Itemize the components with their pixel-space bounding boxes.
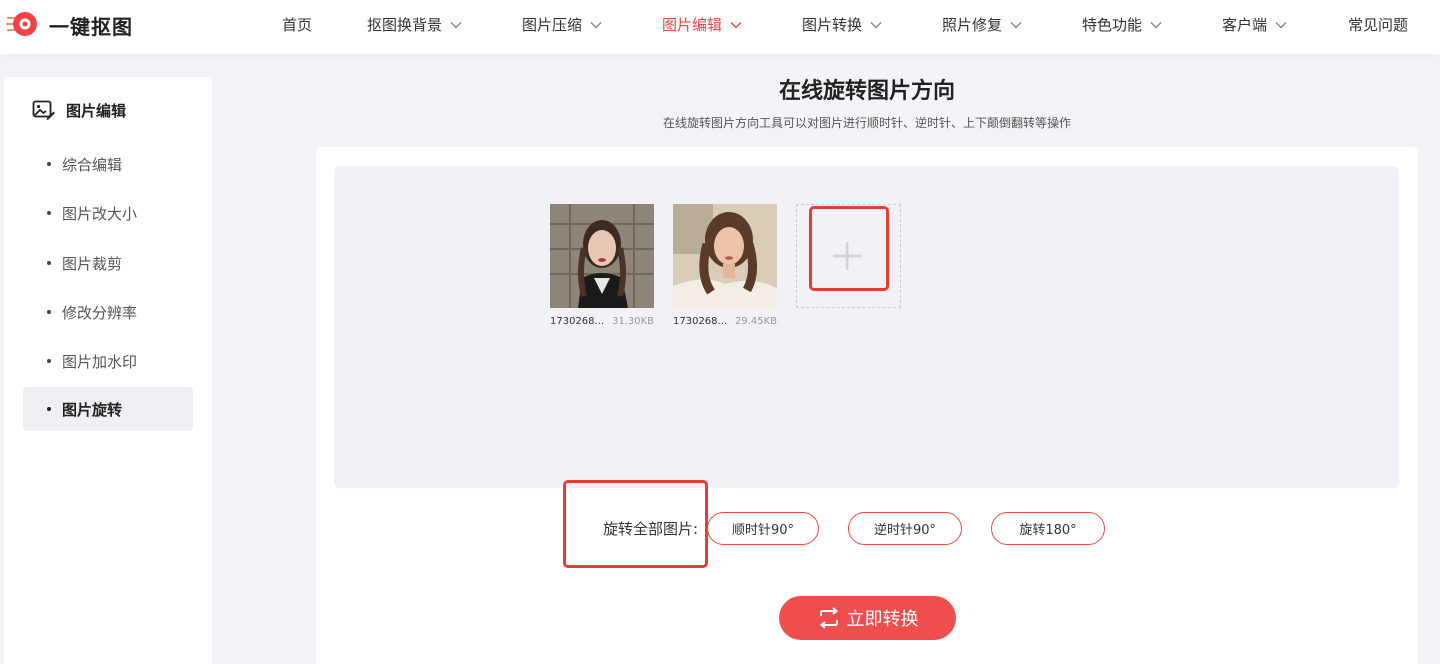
nav-label: 首页 (282, 16, 313, 34)
convert-now-button[interactable]: 立即转换 (779, 596, 956, 640)
page-title: 在线旋转图片方向 (778, 79, 955, 104)
sidebar-item-label: 图片裁剪 (62, 254, 123, 273)
sidebar-item-resize[interactable]: 图片改大小 (23, 191, 193, 235)
nav-label: 客户端 (1222, 16, 1268, 34)
sidebar-item-label: 综合编辑 (62, 155, 123, 174)
chevron-down-icon (1150, 22, 1162, 29)
chevron-down-icon (590, 22, 602, 29)
file-thumbnail[interactable]: 1730268... 31.30KB (550, 204, 654, 327)
bullet-dot (47, 261, 51, 265)
page-subtitle: 在线旋转图片方向工具可以对图片进行顺时针、逆时针、上下颠倒翻转等操作 (662, 116, 1071, 130)
sidebar-item-label: 图片旋转 (62, 400, 123, 419)
nav-label: 特色功能 (1082, 16, 1143, 34)
sidebar-item-watermark[interactable]: 图片加水印 (23, 339, 193, 383)
nav-faq[interactable]: 常见问题 (1348, 0, 1408, 50)
rotate-all-label: 旋转全部图片: (602, 520, 698, 538)
bullet-dot (47, 310, 51, 314)
top-header: 一键抠图 首页 抠图换背景 图片压缩 图片编辑 图片转换 照片修复 特色功能 客… (0, 0, 1440, 54)
sidebar-item-label: 图片改大小 (62, 204, 138, 223)
portrait-photo-icon (550, 204, 654, 308)
sidebar-item-label: 修改分辨率 (62, 303, 138, 322)
file-size: 31.30KB (611, 316, 654, 327)
chevron-down-icon (450, 22, 462, 29)
nav-label: 图片压缩 (522, 16, 583, 34)
nav-label: 图片编辑 (662, 16, 723, 34)
file-name: 1730268... (550, 316, 605, 327)
rotate-clockwise-90-button[interactable]: 顺时针90° (707, 512, 819, 545)
nav-label: 常见问题 (1348, 16, 1409, 34)
file-size: 29.45KB (734, 316, 777, 327)
portrait-photo-icon (673, 204, 777, 308)
file-thumbnail[interactable]: 1730268... 29.45KB (673, 204, 777, 327)
bullet-dot (47, 211, 51, 215)
sidebar-item-crop[interactable]: 图片裁剪 (23, 241, 193, 285)
sidebar-item-comprehensive-edit[interactable]: 综合编辑 (23, 142, 193, 186)
brand-logo[interactable]: 一键抠图 (6, 10, 133, 40)
nav-image-convert[interactable]: 图片转换 (802, 0, 882, 50)
nav-label: 图片转换 (802, 16, 863, 34)
nav-client[interactable]: 客户端 (1222, 0, 1287, 50)
image-edit-icon (32, 100, 55, 120)
rotate-180-button[interactable]: 旋转180° (991, 512, 1105, 545)
sidebar-item-rotate[interactable]: 图片旋转 (23, 387, 193, 431)
rotate-counterclockwise-90-button[interactable]: 逆时针90° (848, 512, 962, 545)
chevron-down-icon (1010, 22, 1022, 29)
nav-cutout-background[interactable]: 抠图换背景 (367, 0, 462, 50)
file-name: 1730268... (673, 316, 728, 327)
nav-image-edit[interactable]: 图片编辑 (662, 0, 742, 50)
nav-special-features[interactable]: 特色功能 (1082, 0, 1162, 50)
swap-arrows-icon (819, 607, 838, 629)
nav-label: 抠图换背景 (367, 16, 443, 34)
sidebar-heading: 图片编辑 (32, 99, 126, 121)
brand-name: 一键抠图 (49, 14, 133, 39)
plus-icon[interactable] (831, 240, 863, 272)
nav-photo-repair[interactable]: 照片修复 (942, 0, 1022, 50)
bullet-dot (47, 162, 51, 166)
logo-icon (6, 12, 37, 36)
chevron-down-icon (730, 22, 742, 29)
nav-label: 照片修复 (942, 16, 1003, 34)
chevron-down-icon (870, 22, 882, 29)
bullet-dot (47, 359, 51, 363)
chevron-down-icon (1275, 22, 1287, 29)
bullet-dot (47, 407, 51, 411)
sidebar-title: 图片编辑 (66, 101, 127, 120)
sidebar: 图片编辑 综合编辑 图片改大小 图片裁剪 修改分辨率 图片加水印 图片旋转 (4, 77, 212, 664)
sidebar-item-label: 图片加水印 (62, 352, 138, 371)
convert-label: 立即转换 (846, 609, 919, 630)
nav-home[interactable]: 首页 (282, 0, 312, 50)
nav-image-compress[interactable]: 图片压缩 (522, 0, 602, 50)
sidebar-item-resolution[interactable]: 修改分辨率 (23, 290, 193, 334)
